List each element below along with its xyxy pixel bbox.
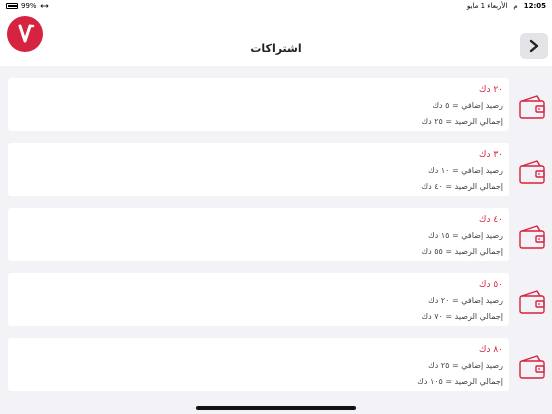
wallet-icon	[519, 355, 545, 379]
status-bar: 99% 12:05 م الأربعاء 1 مايو	[0, 0, 552, 12]
wallet-icon	[519, 95, 545, 119]
status-left: 99%	[6, 2, 49, 10]
wallet-icon	[519, 225, 545, 249]
subscription-row[interactable]: ٣٠ دك رصيد إضافي = ١٠ دك إجمالي الرصيد =…	[0, 131, 552, 196]
plan-extra-credit: رصيد إضافي = ١٥ دك	[428, 231, 503, 240]
wallet-icon	[519, 290, 545, 314]
plan-total-credit: إجمالي الرصيد = ٥٥ دك	[421, 247, 503, 256]
plan-extra-credit: رصيد إضافي = ٢٥ دك	[428, 361, 503, 370]
plan-extra-credit: رصيد إضافي = ١٠ دك	[428, 166, 503, 175]
plan-price: ٢٠ دك	[479, 85, 503, 95]
status-time: 12:05	[523, 2, 546, 10]
subscription-row[interactable]: ٥٠ دك رصيد إضافي = ٢٠ دك إجمالي الرصيد =…	[0, 261, 552, 326]
plan-price: ٣٠ دك	[479, 150, 503, 160]
plan-extra-credit: رصيد إضافي = ٥ دك	[432, 101, 503, 110]
wallet-icon	[519, 160, 545, 184]
subscription-card[interactable]: ٨٠ دك رصيد إضافي = ٢٥ دك إجمالي الرصيد =…	[8, 338, 509, 391]
plan-total-credit: إجمالي الرصيد = ٤٠ دك	[421, 182, 503, 191]
subscription-card[interactable]: ٤٠ دك رصيد إضافي = ١٥ دك إجمالي الرصيد =…	[8, 208, 509, 261]
plan-total-credit: إجمالي الرصيد = ١٠٥ دك	[417, 377, 503, 386]
subscription-card[interactable]: ٢٠ دك رصيد إضافي = ٥ دك إجمالي الرصيد = …	[8, 78, 509, 131]
subscription-row[interactable]: ٨٠ دك رصيد إضافي = ٢٥ دك إجمالي الرصيد =…	[0, 326, 552, 391]
link-icon	[39, 4, 49, 8]
back-button[interactable]	[520, 33, 548, 59]
subscription-row[interactable]: ٢٠ دك رصيد إضافي = ٥ دك إجمالي الرصيد = …	[0, 66, 552, 131]
status-meridiem: م	[513, 2, 518, 10]
subscription-card[interactable]: ٥٠ دك رصيد إضافي = ٢٠ دك إجمالي الرصيد =…	[8, 273, 509, 326]
plan-price: ٥٠ دك	[479, 280, 503, 290]
home-indicator[interactable]	[196, 406, 356, 410]
battery-level: 99%	[21, 2, 37, 10]
subscription-card[interactable]: ٣٠ دك رصيد إضافي = ١٠ دك إجمالي الرصيد =…	[8, 143, 509, 196]
subscription-row[interactable]: ٤٠ دك رصيد إضافي = ١٥ دك إجمالي الرصيد =…	[0, 196, 552, 261]
battery-icon	[6, 3, 18, 9]
plan-extra-credit: رصيد إضافي = ٢٠ دك	[428, 296, 503, 305]
plan-price: ٨٠ دك	[479, 345, 503, 355]
page-title: اشتراكات	[250, 42, 302, 55]
plan-total-credit: إجمالي الرصيد = ٧٠ دك	[421, 312, 503, 321]
status-date: الأربعاء 1 مايو	[466, 2, 508, 10]
app-header: اشتراكات	[0, 12, 552, 66]
plan-total-credit: إجمالي الرصيد = ٢٥ دك	[421, 117, 503, 126]
plan-price: ٤٠ دك	[479, 215, 503, 225]
status-right: 12:05 م الأربعاء 1 مايو	[467, 2, 546, 10]
chevron-right-icon	[529, 39, 539, 53]
